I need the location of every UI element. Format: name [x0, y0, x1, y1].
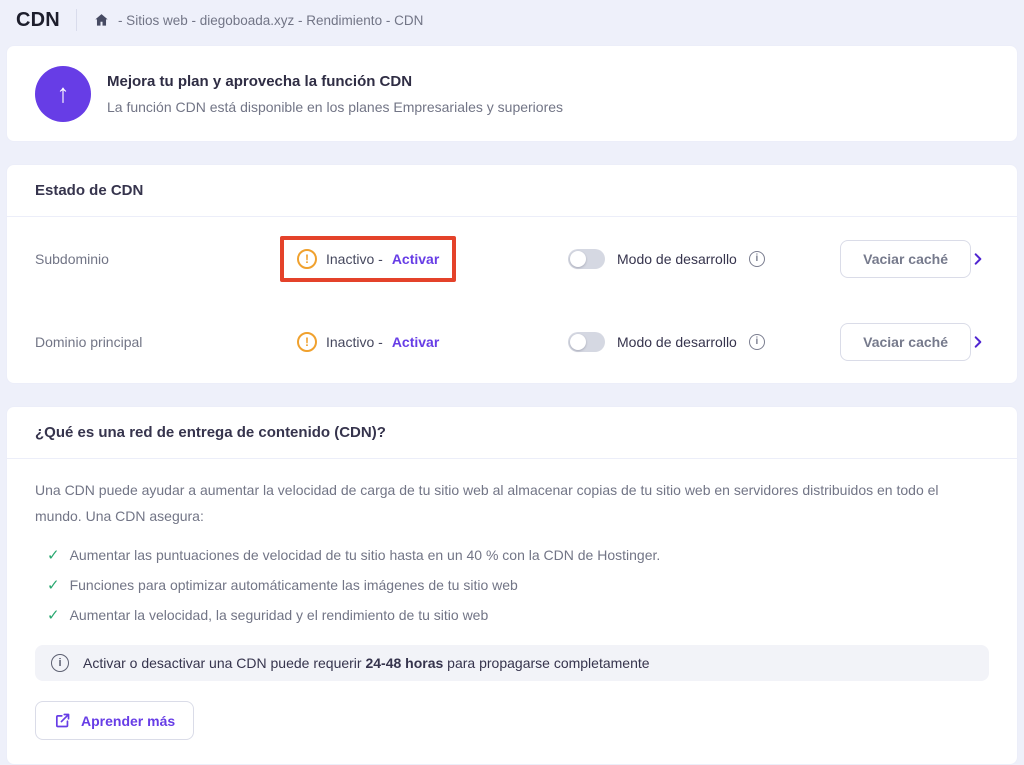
row-label-main-domain: Dominio principal [35, 334, 280, 350]
clear-cache-button[interactable]: Vaciar caché [840, 240, 971, 278]
warning-icon: ! [297, 332, 317, 352]
breadcrumb: - Sitios web - diegoboada.xyz - Rendimie… [93, 12, 423, 28]
status-cell: ! Inactivo - Activar [280, 319, 548, 365]
status-text: Inactivo - [326, 251, 383, 267]
upgrade-banner-text: Mejora tu plan y aprovecha la función CD… [107, 73, 563, 115]
info-icon[interactable]: i [749, 334, 765, 350]
cdn-page: CDN - Sitios web - diegoboada.xyz - Rend… [0, 0, 1024, 765]
dev-mode-label: Modo de desarrollo [617, 251, 737, 267]
clear-cache-button[interactable]: Vaciar caché [840, 323, 971, 361]
toggle-knob [570, 251, 586, 267]
upgrade-banner-subtitle: La función CDN está disponible en los pl… [107, 99, 563, 115]
benefit-text: Funciones para optimizar automáticamente… [70, 577, 518, 593]
annotation-highlight-box: ! Inactivo - Activar [280, 236, 456, 282]
dev-mode-toggle[interactable] [568, 332, 605, 352]
dev-mode-cell: Modo de desarrollo i [548, 249, 840, 269]
status-row-main-domain: Dominio principal ! Inactivo - Activar M… [7, 300, 1017, 383]
info-icon[interactable]: i [749, 251, 765, 267]
status-inline: ! Inactivo - Activar [280, 319, 456, 365]
warning-icon: ! [297, 249, 317, 269]
status-card-title: Estado de CDN [7, 165, 1017, 217]
cdn-status-card: Estado de CDN Subdominio ! Inactivo - Ac… [6, 164, 1018, 384]
status-row-subdomain: Subdominio ! Inactivo - Activar Modo de … [7, 217, 1017, 300]
status-text: Inactivo - [326, 334, 383, 350]
warning-glyph: ! [305, 252, 309, 266]
page-title: CDN [16, 9, 60, 32]
breadcrumb-text: - Sitios web - diegoboada.xyz - Rendimie… [118, 13, 423, 28]
status-cell: ! Inactivo - Activar [280, 236, 548, 282]
benefit-item: ✓ Aumentar las puntuaciones de velocidad… [35, 541, 989, 571]
home-icon[interactable] [93, 12, 110, 28]
check-icon: ✓ [47, 577, 60, 595]
warning-glyph: ! [305, 335, 309, 349]
benefit-item: ✓ Aumentar la velocidad, la seguridad y … [35, 601, 989, 631]
benefit-text: Aumentar la velocidad, la seguridad y el… [70, 607, 489, 623]
info-icon: i [51, 654, 69, 672]
upgrade-banner: ↑ Mejora tu plan y aprovecha la función … [6, 45, 1018, 142]
up-arrow-glyph: ↑ [57, 78, 70, 109]
benefit-item: ✓ Funciones para optimizar automáticamen… [35, 571, 989, 601]
dev-mode-cell: Modo de desarrollo i [548, 332, 840, 352]
chevron-right-icon[interactable] [971, 335, 985, 349]
dev-mode-label: Modo de desarrollo [617, 334, 737, 350]
page-header: CDN - Sitios web - diegoboada.xyz - Rend… [6, 0, 1018, 40]
external-link-icon [54, 712, 71, 729]
info-glyph: i [755, 253, 758, 264]
benefit-text: Aumentar las puntuaciones de velocidad d… [70, 547, 661, 563]
learn-more-button[interactable]: Aprender más [35, 701, 194, 740]
chevron-right-icon[interactable] [971, 252, 985, 266]
toggle-knob [570, 334, 586, 350]
check-icon: ✓ [47, 607, 60, 625]
header-divider [76, 9, 77, 31]
info-card-title: ¿Qué es una red de entrega de contenido … [7, 407, 1017, 459]
activate-link[interactable]: Activar [392, 251, 439, 267]
benefits-list: ✓ Aumentar las puntuaciones de velocidad… [35, 541, 989, 631]
row-label-subdomain: Subdominio [35, 251, 280, 267]
upgrade-arrow-icon: ↑ [35, 66, 91, 122]
upgrade-banner-title: Mejora tu plan y aprovecha la función CD… [107, 73, 563, 90]
note-text: Activar o desactivar una CDN puede reque… [83, 655, 650, 671]
cdn-info-card: ¿Qué es una red de entrega de contenido … [6, 406, 1018, 765]
propagation-note: i Activar o desactivar una CDN puede req… [35, 645, 989, 681]
activate-link[interactable]: Activar [392, 334, 439, 350]
info-glyph: i [755, 336, 758, 347]
cdn-description: Una CDN puede ayudar a aumentar la veloc… [35, 477, 989, 529]
note-duration: 24-48 horas [365, 655, 443, 671]
learn-more-label: Aprender más [81, 713, 175, 729]
dev-mode-toggle[interactable] [568, 249, 605, 269]
info-glyph: i [58, 657, 61, 669]
check-icon: ✓ [47, 547, 60, 565]
info-card-body: Una CDN puede ayudar a aumentar la veloc… [7, 459, 1017, 764]
